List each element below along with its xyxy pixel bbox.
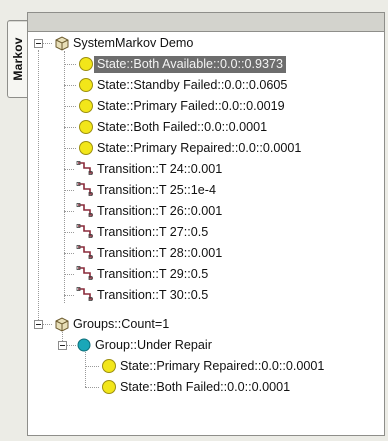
tree-node-root[interactable]: SystemMarkov Demo	[54, 33, 196, 53]
tree-node-label: State::Primary Failed::0.0::0.0019	[97, 98, 285, 113]
tree-connector	[64, 253, 74, 254]
transition-icon	[76, 203, 93, 217]
tab-markov[interactable]: Markov	[7, 20, 28, 98]
tree-connector	[42, 324, 52, 325]
tree-connector	[64, 295, 74, 296]
tree-node-transition[interactable]: Transition::T 29::0.5	[76, 264, 211, 284]
transition-icon	[76, 287, 93, 301]
state-circle-icon	[79, 78, 93, 92]
tree-connector	[38, 50, 39, 324]
collapse-root-toggle[interactable]	[34, 39, 43, 48]
tree-node-state[interactable]: State::Standby Failed::0.0::0.0605	[78, 75, 290, 95]
tree-node-label: Transition::T 26::0.001	[97, 203, 223, 218]
state-circle-icon	[79, 141, 93, 155]
tree-node-transition[interactable]: Transition::T 28::0.001	[76, 243, 225, 263]
tree-node-label: State::Standby Failed::0.0::0.0605	[97, 77, 288, 92]
tree-connector	[64, 169, 74, 170]
tree-node-transition[interactable]: Transition::T 24::0.001	[76, 159, 225, 179]
state-circle-icon	[79, 99, 93, 113]
tree-node-label: SystemMarkov Demo	[73, 35, 194, 50]
tree-connector	[64, 106, 76, 107]
tree-node-label: State::Primary Repaired::0.0::0.0001	[97, 140, 302, 155]
tree-node-label: Transition::T 27::0.5	[97, 224, 209, 239]
tree-connector	[64, 127, 76, 128]
tree-node-label: Transition::T 30::0.5	[97, 287, 209, 302]
tree-connector	[64, 274, 74, 275]
tree-connector	[64, 64, 76, 65]
tree-node-label: Transition::T 28::0.001	[97, 245, 223, 260]
tree-node-label: Groups::Count=1	[73, 316, 170, 331]
tree-view[interactable]: SystemMarkov Demo State::Both Available:…	[27, 32, 385, 436]
tree-node-label: Transition::T 25::1e-4	[97, 182, 217, 197]
tree-node-group[interactable]: Group::Under Repair	[76, 335, 215, 355]
markov-panel: Markov SystemMarkov Demo State::Both Ava…	[0, 0, 388, 441]
tree-node-transition[interactable]: Transition::T 30::0.5	[76, 285, 211, 305]
tree-node-state[interactable]: State::Primary Failed::0.0::0.0019	[78, 96, 288, 116]
tree-node-label: Transition::T 24::0.001	[97, 161, 223, 176]
tree-node-label: Group::Under Repair	[95, 337, 212, 352]
tab-markov-label: Markov	[11, 37, 25, 81]
tree-node-transition[interactable]: Transition::T 25::1e-4	[76, 180, 219, 200]
tree-connector	[64, 232, 74, 233]
tree-connector	[42, 43, 52, 44]
tree-connector	[64, 85, 76, 86]
transition-icon	[76, 182, 93, 196]
package-icon	[55, 36, 69, 51]
tree-node-label: State::Both Failed::0.0::0.0001	[97, 119, 268, 134]
tree-connector	[64, 190, 74, 191]
tree-node-label: Transition::T 29::0.5	[97, 266, 209, 281]
tree-node-groups[interactable]: Groups::Count=1	[54, 314, 172, 334]
tree-node-transition[interactable]: Transition::T 27::0.5	[76, 222, 211, 242]
tree-node-state[interactable]: State::Both Failed::0.0::0.0001	[101, 377, 293, 397]
state-circle-icon	[79, 120, 93, 134]
tree-connector	[85, 352, 86, 387]
group-circle-icon	[77, 338, 91, 352]
panel-header-bar	[27, 12, 385, 32]
tree-node-state[interactable]: State::Both Failed::0.0::0.0001	[78, 117, 270, 137]
tree-node-label: State::Primary Repaired::0.0::0.0001	[120, 358, 325, 373]
tree-connector	[85, 387, 99, 388]
tree-node-state[interactable]: State::Primary Repaired::0.0::0.0001	[78, 138, 304, 158]
tree-connector	[85, 366, 99, 367]
transition-icon	[76, 224, 93, 238]
state-circle-icon	[79, 57, 93, 71]
transition-icon	[76, 161, 93, 175]
collapse-group-toggle[interactable]	[58, 341, 67, 350]
tree-node-state[interactable]: State::Primary Repaired::0.0::0.0001	[101, 356, 327, 376]
tree-node-state[interactable]: State::Both Available::0.0::0.9373	[78, 54, 287, 74]
state-circle-icon	[102, 359, 116, 373]
transition-icon	[76, 266, 93, 280]
collapse-groups-toggle[interactable]	[34, 320, 43, 329]
package-icon	[55, 317, 69, 332]
tree-connector	[64, 211, 74, 212]
transition-icon	[76, 245, 93, 259]
tree-connector	[64, 51, 65, 303]
tree-node-label: State::Both Failed::0.0::0.0001	[120, 379, 291, 394]
tree-connector	[64, 148, 76, 149]
state-circle-icon	[102, 380, 116, 394]
tree-connector	[66, 345, 76, 346]
tree-node-transition[interactable]: Transition::T 26::0.001	[76, 201, 225, 221]
tree-node-label: State::Both Available::0.0::0.9373	[94, 55, 287, 73]
